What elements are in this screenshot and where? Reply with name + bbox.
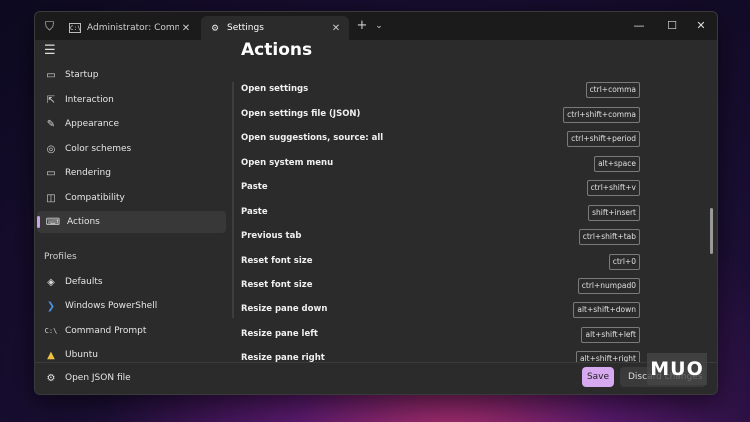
action-row[interactable]: Previous tab ctrl+shift+tab	[230, 226, 640, 248]
title-bar: ⛉ C:\ Administrator: Command Pron ✕ ⚙ Se…	[35, 12, 717, 40]
sidebar-item-interaction[interactable]: ⇱ Interaction	[35, 89, 228, 111]
sidebar-item-label: Startup	[65, 70, 99, 80]
action-label: Paste	[241, 207, 268, 217]
profiles-heading: Profiles	[44, 252, 77, 262]
sidebar-item-label: Actions	[67, 217, 100, 227]
close-tab-icon[interactable]: ✕	[179, 23, 193, 34]
action-label: Resize pane right	[241, 353, 325, 362]
tab-label: Administrator: Command Pron	[87, 23, 179, 33]
tab-label: Settings	[227, 23, 264, 33]
actions-panel: Actions Open settings ctrl+comma Open se…	[230, 40, 717, 362]
key-chord[interactable]: alt+space	[594, 156, 640, 172]
selection-indicator	[37, 216, 40, 228]
action-row[interactable]: Paste ctrl+shift+v	[230, 177, 640, 199]
sidebar: ☰ ▭ Startup ⇱ Interaction ✎ Appearance ◎…	[35, 40, 228, 362]
sidebar-item-label: Rendering	[65, 168, 111, 178]
key-chord[interactable]: shift+insert	[588, 205, 640, 221]
compatibility-icon: ◫	[46, 192, 56, 204]
sidebar-item-label: Windows PowerShell	[65, 301, 158, 311]
sidebar-item-command-prompt[interactable]: C:\ Command Prompt	[35, 320, 228, 342]
action-label: Reset font size	[241, 280, 313, 290]
startup-icon: ▭	[46, 69, 56, 81]
minimize-button[interactable]: —	[629, 17, 649, 35]
save-button[interactable]: Save	[582, 367, 614, 387]
muo-watermark-logo: MUO	[647, 353, 707, 385]
terminal-icon: C:\	[69, 23, 81, 33]
action-row[interactable]: Resize pane down alt+shift+down	[230, 299, 640, 321]
scrollbar-thumb[interactable]	[710, 208, 713, 254]
key-chord[interactable]: ctrl+shift+comma	[563, 107, 640, 123]
maximize-button[interactable]: ☐	[662, 17, 682, 35]
sidebar-item-actions[interactable]: ⌨ Actions	[37, 211, 226, 233]
sidebar-item-label: Color schemes	[65, 144, 132, 154]
key-chord[interactable]: ctrl+0	[608, 254, 640, 270]
gear-icon: ⚙	[46, 372, 56, 384]
sidebar-item-appearance[interactable]: ✎ Appearance	[35, 113, 228, 135]
action-row[interactable]: Paste shift+insert	[230, 202, 640, 224]
sidebar-item-label: Ubuntu	[65, 350, 98, 360]
sidebar-item-windows-powershell[interactable]: ❯ Windows PowerShell	[35, 295, 228, 317]
shield-icon: ⛉	[44, 19, 54, 33]
action-label: Paste	[241, 182, 268, 192]
action-row[interactable]: Resize pane right alt+shift+right	[230, 348, 640, 362]
open-json-label: Open JSON file	[65, 373, 131, 383]
key-chord[interactable]: ctrl+shift+period	[567, 131, 640, 147]
layers-icon: ◈	[47, 276, 55, 288]
key-chord[interactable]: alt+shift+down	[573, 302, 640, 318]
action-row[interactable]: Open settings file (JSON) ctrl+shift+com…	[230, 104, 640, 126]
keyboard-icon: ⌨	[45, 216, 61, 228]
action-label: Open settings file (JSON)	[241, 109, 361, 119]
footer: ⚙ Open JSON file Save Discard changes	[35, 363, 717, 394]
sidebar-item-compatibility[interactable]: ◫ Compatibility	[35, 187, 228, 209]
action-row[interactable]: Reset font size ctrl+numpad0	[230, 275, 640, 297]
sidebar-item-label: Interaction	[65, 95, 114, 105]
open-json-file-button[interactable]: ⚙ Open JSON file	[35, 367, 131, 389]
page-title: Actions	[241, 40, 313, 60]
action-label: Reset font size	[241, 256, 313, 266]
action-row[interactable]: Resize pane left alt+shift+left	[230, 324, 640, 346]
palette-icon: ◎	[46, 143, 56, 155]
key-chord[interactable]: ctrl+shift+tab	[578, 229, 640, 245]
brush-icon: ✎	[46, 118, 56, 130]
action-label: Previous tab	[241, 231, 302, 241]
interaction-icon: ⇱	[46, 94, 56, 106]
tab-command-prompt[interactable]: C:\ Administrator: Command Pron ✕	[61, 16, 199, 40]
close-window-button[interactable]: ✕	[691, 17, 711, 35]
sidebar-item-label: Compatibility	[65, 193, 125, 203]
tab-dropdown-button[interactable]: ⌄	[373, 19, 385, 33]
monitor-icon: ▭	[46, 167, 56, 179]
sidebar-item-defaults[interactable]: ◈ Defaults	[35, 271, 228, 293]
sidebar-item-color-schemes[interactable]: ◎ Color schemes	[35, 138, 228, 160]
action-row[interactable]: Open system menu alt+space	[230, 153, 640, 175]
tab-settings[interactable]: ⚙ Settings ✕	[201, 16, 349, 40]
ubuntu-icon: ▲	[47, 349, 55, 361]
action-label: Open suggestions, source: all	[241, 133, 384, 143]
action-row[interactable]: Open suggestions, source: all ctrl+shift…	[230, 128, 640, 150]
hamburger-menu-icon[interactable]: ☰	[44, 44, 58, 58]
sidebar-item-rendering[interactable]: ▭ Rendering	[35, 162, 228, 184]
key-chord[interactable]: ctrl+numpad0	[577, 278, 640, 294]
sidebar-item-label: Command Prompt	[65, 326, 147, 336]
action-label: Resize pane down	[241, 304, 328, 314]
close-tab-icon[interactable]: ✕	[329, 23, 343, 34]
action-label: Open settings	[241, 84, 309, 94]
action-row[interactable]: Open settings ctrl+comma	[230, 79, 640, 101]
settings-body: ☰ ▭ Startup ⇱ Interaction ✎ Appearance ◎…	[35, 40, 717, 394]
sidebar-item-startup[interactable]: ▭ Startup	[35, 64, 228, 86]
action-label: Resize pane left	[241, 329, 318, 339]
settings-window: ⛉ C:\ Administrator: Command Pron ✕ ⚙ Se…	[34, 11, 718, 395]
new-tab-button[interactable]: +	[355, 18, 369, 34]
key-chord[interactable]: ctrl+comma	[585, 82, 640, 98]
action-label: Open system menu	[241, 158, 334, 168]
gear-icon: ⚙	[211, 21, 219, 34]
key-chord[interactable]: alt+shift+right	[575, 351, 640, 362]
action-row[interactable]: Reset font size ctrl+0	[230, 251, 640, 273]
powershell-icon: ❯	[46, 300, 56, 312]
terminal-icon: C:\	[44, 327, 58, 335]
key-chord[interactable]: ctrl+shift+v	[586, 180, 640, 196]
sidebar-item-label: Defaults	[65, 277, 103, 287]
key-chord[interactable]: alt+shift+left	[581, 327, 640, 343]
sidebar-item-label: Appearance	[65, 119, 120, 129]
